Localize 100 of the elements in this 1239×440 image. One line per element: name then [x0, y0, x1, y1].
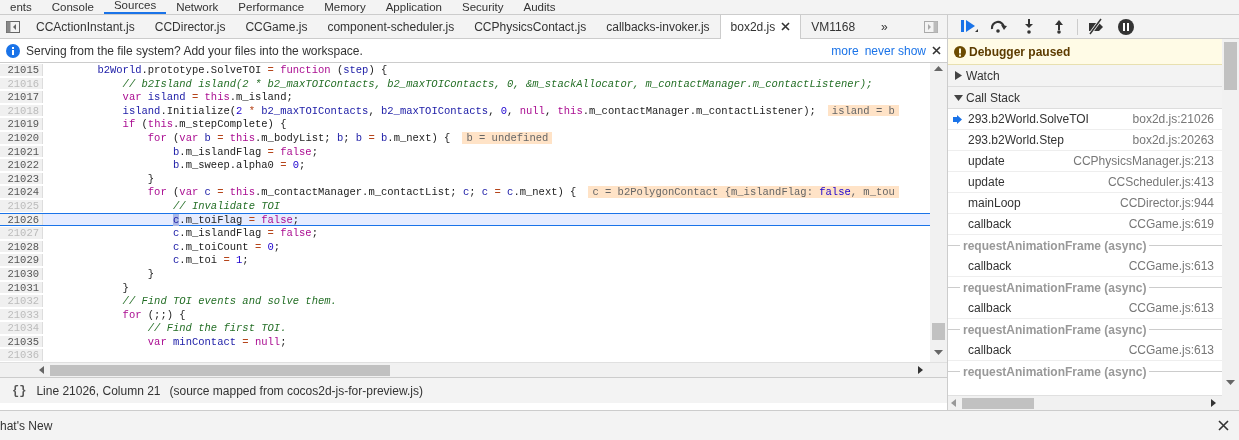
code-line: // Find TOI events and solve them.	[121, 295, 337, 307]
code-line: b.m_sweep.alpha0 = 0;	[172, 159, 306, 171]
info-icon	[6, 43, 20, 58]
scrollbar-thumb[interactable]	[932, 323, 945, 340]
panel-tab[interactable]: Application	[375, 1, 452, 14]
scroll-right-icon[interactable]	[918, 366, 923, 374]
code-line: var minContact = null;	[146, 335, 287, 348]
section-header[interactable]: Watch	[948, 65, 1222, 87]
code-line: var island = this.m_island;	[121, 91, 293, 103]
panel-tab[interactable]: Security	[451, 1, 514, 14]
line-number[interactable]: 21029	[0, 254, 43, 266]
collapse-triangle-icon	[954, 93, 963, 102]
call-frame[interactable]: update CCPhysicsManager.js:213	[948, 151, 1222, 172]
code-line: }	[146, 172, 155, 185]
line-number[interactable]: 21023	[0, 172, 43, 185]
vertical-scrollbar[interactable]	[930, 63, 947, 362]
more-tabs-button[interactable]: »	[871, 14, 898, 39]
file-tab[interactable]: CCActionInstant.js	[26, 14, 145, 39]
file-tab[interactable]: CCPhysicsContact.js	[464, 14, 597, 39]
scroll-left-icon[interactable]	[39, 366, 44, 374]
call-frame[interactable]: update CCScheduler.js:413	[948, 172, 1222, 193]
code-line: c.m_toiFlag = false;	[172, 213, 300, 226]
file-tab[interactable]: callbacks-invoker.js	[596, 14, 720, 39]
line-number[interactable]: 21017	[0, 91, 43, 103]
file-tab[interactable]: CCDirector.js	[144, 14, 236, 39]
deactivate-breakpoints-icon[interactable]	[1087, 17, 1105, 36]
call-frame[interactable]: callback CCGame.js:613	[948, 340, 1222, 361]
inline-value: b = undefined	[462, 131, 553, 144]
sidebar-toggle-icon[interactable]	[924, 20, 938, 33]
panel-tab[interactable]: Console	[41, 1, 104, 14]
async-separator: requestAnimationFrame (async)	[963, 279, 1147, 297]
horizontal-scrollbar[interactable]	[0, 362, 947, 377]
line-number[interactable]: 21031	[0, 281, 43, 294]
scroll-up-icon[interactable]	[934, 66, 943, 72]
line-number[interactable]: 21024	[0, 186, 43, 198]
code-line: for (var c = this.m_contactManager.m_contactList; c; c = c.m_next) {	[146, 186, 577, 198]
code-line: c.m_toiCount = 0;	[172, 240, 281, 253]
paused-message: Debugger paused	[969, 43, 1071, 61]
line-number[interactable]: 21035	[0, 335, 43, 348]
line-number[interactable]: 21028	[0, 240, 43, 253]
close-icon[interactable]	[1218, 420, 1229, 431]
code-line: island.Initialize(2 * b2_maxTOIContacts, b2_maxTOIContacts, 0, null, this.m_contactManager.m_contactListener);	[121, 104, 816, 117]
call-frame[interactable]: 293.b2World.Step box2d.js:20263	[948, 130, 1222, 151]
line-number[interactable]: 21015	[0, 64, 43, 76]
call-frame[interactable]: callback CCGame.js:619	[948, 214, 1222, 235]
scroll-down-icon[interactable]	[1226, 380, 1235, 386]
warning-icon	[954, 45, 966, 58]
file-tab[interactable]: VM1168	[801, 14, 866, 39]
file-tab[interactable]: component-scheduler.js	[317, 14, 465, 39]
code-line: c.m_islandFlag = false;	[172, 227, 318, 239]
code-line: }	[121, 281, 129, 294]
async-separator: requestAnimationFrame (async)	[963, 237, 1147, 255]
code-line: c.m_toi = 1;	[172, 254, 249, 266]
scroll-right-icon[interactable]	[1211, 399, 1216, 407]
info-message: Serving from the file system? Add your files into the workspace.	[26, 42, 363, 60]
close-icon[interactable]	[781, 22, 791, 31]
source-map-info: (source mapped from cocos2d-js-for-preview.js)	[169, 382, 423, 400]
infobar-link[interactable]: never show	[864, 41, 926, 60]
panel-tab[interactable]: Performance	[228, 1, 315, 14]
vertical-scrollbar[interactable]	[1222, 39, 1239, 410]
async-separator: requestAnimationFrame (async)	[963, 363, 1147, 381]
cursor-position: Line 21026, Column 21	[36, 382, 161, 400]
scroll-down-icon[interactable]	[934, 350, 943, 356]
panel-tab[interactable]: Audits	[513, 1, 566, 14]
async-separator: requestAnimationFrame (async)	[963, 321, 1147, 339]
code-line: for (var b = this.m_bodyList; b; b = b.m_next) {	[146, 131, 451, 144]
line-number[interactable]: 21026	[0, 213, 43, 226]
code-line: }	[146, 267, 155, 280]
pause-on-exceptions-icon[interactable]	[1117, 17, 1135, 36]
section-header[interactable]: Call Stack	[948, 87, 1222, 109]
code-line: b2World.prototype.SolveTOI = function (step) {	[96, 64, 388, 76]
code-line: // Find the first TOI.	[146, 322, 287, 334]
infobar-link[interactable]: more	[831, 41, 859, 60]
code-line: if (this.m_stepComplete) {	[121, 118, 287, 130]
call-frame[interactable]: callback CCGame.js:613	[948, 298, 1222, 319]
line-number[interactable]: 21021	[0, 145, 43, 158]
call-frame[interactable]: callback CCGame.js:613	[948, 256, 1222, 277]
line-number[interactable]: 21020	[0, 131, 43, 144]
call-frame[interactable]: mainLoop CCDirector.js:944	[948, 193, 1222, 214]
close-icon[interactable]	[932, 46, 941, 55]
inline-value: c = b2PolygonContact {m_islandFlag: false, m_tou	[588, 186, 899, 198]
code-line: // Invalidate TOI	[172, 199, 281, 212]
panel-tab[interactable]: ents	[0, 1, 42, 14]
pretty-print-button[interactable]: {}	[8, 381, 31, 400]
code-line: b.m_islandFlag = false;	[172, 145, 318, 158]
line-number[interactable]: 21022	[0, 159, 43, 171]
file-tab[interactable]: CCGame.js	[235, 14, 318, 39]
sidebar-toggle-icon[interactable]	[6, 20, 20, 33]
expand-triangle-icon	[954, 71, 963, 80]
panel-tab[interactable]: Memory	[314, 1, 376, 14]
code-line: for (;;) {	[121, 308, 186, 321]
inline-value: island = b	[827, 104, 899, 117]
code-line: // b2Island island(2 * b2_maxTOIContacts, b2_maxTOIContacts, 0, &m_stackAllocator, m_contactManager.m_contactListener);	[121, 77, 873, 90]
file-tab[interactable]: box2d.js	[719, 14, 802, 39]
line-number[interactable]: 21019	[0, 118, 43, 130]
scrollbar-thumb[interactable]	[1224, 42, 1237, 90]
panel-tab[interactable]: Network	[166, 1, 229, 14]
line-number[interactable]: 21030	[0, 267, 43, 280]
drawer-tab[interactable]: hat's New	[0, 416, 53, 435]
horizontal-scrollbar[interactable]	[948, 395, 1222, 410]
